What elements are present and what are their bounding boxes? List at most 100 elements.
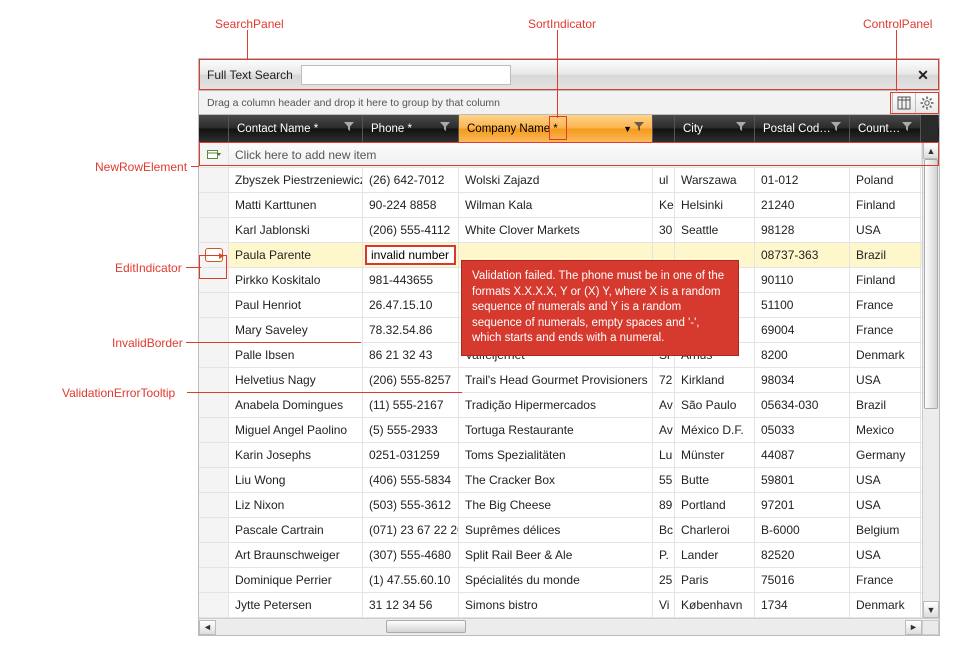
search-close-button[interactable]: ✕ bbox=[913, 65, 933, 85]
cell-phone[interactable]: (206) 555-4112 bbox=[363, 218, 459, 243]
cell-fax[interactable]: 55 bbox=[653, 468, 675, 493]
cell-fax[interactable]: 25 bbox=[653, 568, 675, 593]
cell-city[interactable]: Helsinki bbox=[675, 193, 755, 218]
data-row[interactable]: Matti Karttunen90-224 8858Wilman KalaKeH… bbox=[199, 193, 939, 218]
cell-contact[interactable]: Helvetius Nagy bbox=[229, 368, 363, 393]
cell-postal[interactable]: 82520 bbox=[755, 543, 850, 568]
cell-contact[interactable]: Anabela Domingues bbox=[229, 393, 363, 418]
cell-fax[interactable]: 89 Su bbox=[653, 493, 675, 518]
cell-city[interactable]: København bbox=[675, 593, 755, 618]
filter-icon[interactable] bbox=[902, 122, 912, 135]
column-header-phone[interactable]: Phone * bbox=[363, 115, 459, 142]
data-row[interactable]: Karl Jablonski(206) 555-4112White Clover… bbox=[199, 218, 939, 243]
group-drop-text[interactable]: Drag a column header and drop it here to… bbox=[199, 97, 500, 109]
data-row[interactable]: Zbyszek Piestrzeniewicz(26) 642-7012Wols… bbox=[199, 168, 939, 193]
cell-contact[interactable]: Liz Nixon bbox=[229, 493, 363, 518]
cell-company[interactable]: Tradição Hipermercados bbox=[459, 393, 653, 418]
cell-country[interactable]: Belgium bbox=[850, 518, 921, 543]
cell-city[interactable]: Portland bbox=[675, 493, 755, 518]
cell-phone[interactable] bbox=[363, 243, 459, 268]
cell-phone[interactable]: (071) 23 67 22 20 bbox=[363, 518, 459, 543]
vertical-scrollbar[interactable]: ▲ ▼ bbox=[922, 142, 939, 618]
filter-icon[interactable] bbox=[831, 122, 841, 135]
cell-country[interactable]: Denmark bbox=[850, 343, 921, 368]
data-row[interactable]: Helvetius Nagy(206) 555-8257Trail's Head… bbox=[199, 368, 939, 393]
cell-phone[interactable]: (11) 555-2167 bbox=[363, 393, 459, 418]
cell-country[interactable]: Brazil bbox=[850, 393, 921, 418]
cell-phone[interactable]: (406) 555-5834 bbox=[363, 468, 459, 493]
cell-contact[interactable]: Mary Saveley bbox=[229, 318, 363, 343]
cell-fax[interactable]: Av bbox=[653, 418, 675, 443]
filter-icon[interactable] bbox=[736, 122, 746, 135]
cell-city[interactable]: México D.F. bbox=[675, 418, 755, 443]
new-row-element[interactable]: Click here to add new item bbox=[199, 143, 939, 168]
cell-contact[interactable]: Palle Ibsen bbox=[229, 343, 363, 368]
cell-city[interactable]: Paris bbox=[675, 568, 755, 593]
cell-company[interactable]: Trail's Head Gourmet Provisioners bbox=[459, 368, 653, 393]
cell-company[interactable]: Wolski Zajazd bbox=[459, 168, 653, 193]
cell-phone[interactable]: (1) 47.55.60.10 bbox=[363, 568, 459, 593]
cell-city[interactable]: São Paulo bbox=[675, 393, 755, 418]
column-header-city[interactable]: City bbox=[675, 115, 755, 142]
phone-edit-input[interactable] bbox=[365, 245, 456, 265]
cell-postal[interactable]: 59801 bbox=[755, 468, 850, 493]
cell-postal[interactable]: 98128 bbox=[755, 218, 850, 243]
cell-fax[interactable]: Ke bbox=[653, 193, 675, 218]
cell-postal[interactable]: 01-012 bbox=[755, 168, 850, 193]
column-header-fax[interactable] bbox=[653, 115, 675, 142]
hscroll-track[interactable] bbox=[216, 620, 905, 635]
cell-phone[interactable]: 26.47.15.10 bbox=[363, 293, 459, 318]
scroll-down-button[interactable]: ▼ bbox=[923, 601, 939, 618]
column-header-company[interactable]: Company Name *▼ bbox=[459, 115, 653, 142]
search-input[interactable] bbox=[301, 65, 511, 85]
cell-phone[interactable]: (5) 555-2933 bbox=[363, 418, 459, 443]
column-chooser-button[interactable] bbox=[892, 92, 916, 114]
cell-contact[interactable]: Karl Jablonski bbox=[229, 218, 363, 243]
cell-fax[interactable]: ul bbox=[653, 168, 675, 193]
cell-company[interactable]: Simons bistro bbox=[459, 593, 653, 618]
cell-phone[interactable]: (307) 555-4680 bbox=[363, 543, 459, 568]
scroll-right-button[interactable]: ► bbox=[905, 620, 922, 635]
cell-phone[interactable]: (26) 642-7012 bbox=[363, 168, 459, 193]
data-row[interactable]: Miguel Angel Paolino(5) 555-2933Tortuga … bbox=[199, 418, 939, 443]
cell-city[interactable]: Warszawa bbox=[675, 168, 755, 193]
filter-icon[interactable] bbox=[440, 122, 450, 135]
cell-fax[interactable]: Av bbox=[653, 393, 675, 418]
cell-postal[interactable]: 69004 bbox=[755, 318, 850, 343]
cell-company[interactable]: Wilman Kala bbox=[459, 193, 653, 218]
cell-fax[interactable]: Bc bbox=[653, 518, 675, 543]
vscroll-track[interactable] bbox=[923, 159, 939, 601]
cell-postal[interactable]: 21240 bbox=[755, 193, 850, 218]
settings-button[interactable] bbox=[915, 92, 939, 114]
scroll-up-button[interactable]: ▲ bbox=[923, 142, 939, 159]
cell-phone[interactable]: 78.32.54.86 bbox=[363, 318, 459, 343]
scroll-left-button[interactable]: ◄ bbox=[199, 620, 216, 635]
cell-company[interactable]: Spécialités du monde bbox=[459, 568, 653, 593]
cell-country[interactable]: Mexico bbox=[850, 418, 921, 443]
cell-city[interactable]: Charleroi bbox=[675, 518, 755, 543]
cell-contact[interactable]: Jytte Petersen bbox=[229, 593, 363, 618]
cell-postal[interactable]: 05634-030 bbox=[755, 393, 850, 418]
cell-fax[interactable]: 30 Su bbox=[653, 218, 675, 243]
cell-postal[interactable]: 51100 bbox=[755, 293, 850, 318]
cell-company[interactable]: Split Rail Beer & Ale bbox=[459, 543, 653, 568]
cell-contact[interactable]: Liu Wong bbox=[229, 468, 363, 493]
cell-company[interactable]: Toms Spezialitäten bbox=[459, 443, 653, 468]
cell-phone[interactable]: 86 21 32 43 bbox=[363, 343, 459, 368]
cell-country[interactable]: France bbox=[850, 293, 921, 318]
cell-contact[interactable]: Pirkko Koskitalo bbox=[229, 268, 363, 293]
cell-city[interactable]: Butte bbox=[675, 468, 755, 493]
cell-postal[interactable]: 90110 bbox=[755, 268, 850, 293]
cell-postal[interactable]: 1734 bbox=[755, 593, 850, 618]
data-row[interactable]: Jytte Petersen31 12 34 56Simons bistroVi… bbox=[199, 593, 939, 618]
horizontal-scrollbar[interactable]: ◄ ► bbox=[199, 618, 939, 635]
cell-phone[interactable]: 90-224 8858 bbox=[363, 193, 459, 218]
column-header-country[interactable]: Country * bbox=[850, 115, 921, 142]
cell-phone[interactable]: 31 12 34 56 bbox=[363, 593, 459, 618]
cell-contact[interactable]: Zbyszek Piestrzeniewicz bbox=[229, 168, 363, 193]
cell-country[interactable]: Denmark bbox=[850, 593, 921, 618]
cell-company[interactable]: Tortuga Restaurante bbox=[459, 418, 653, 443]
data-row[interactable]: Liz Nixon(503) 555-3612The Big Cheese89 … bbox=[199, 493, 939, 518]
hscroll-thumb[interactable] bbox=[386, 620, 466, 633]
cell-company[interactable]: The Cracker Box bbox=[459, 468, 653, 493]
